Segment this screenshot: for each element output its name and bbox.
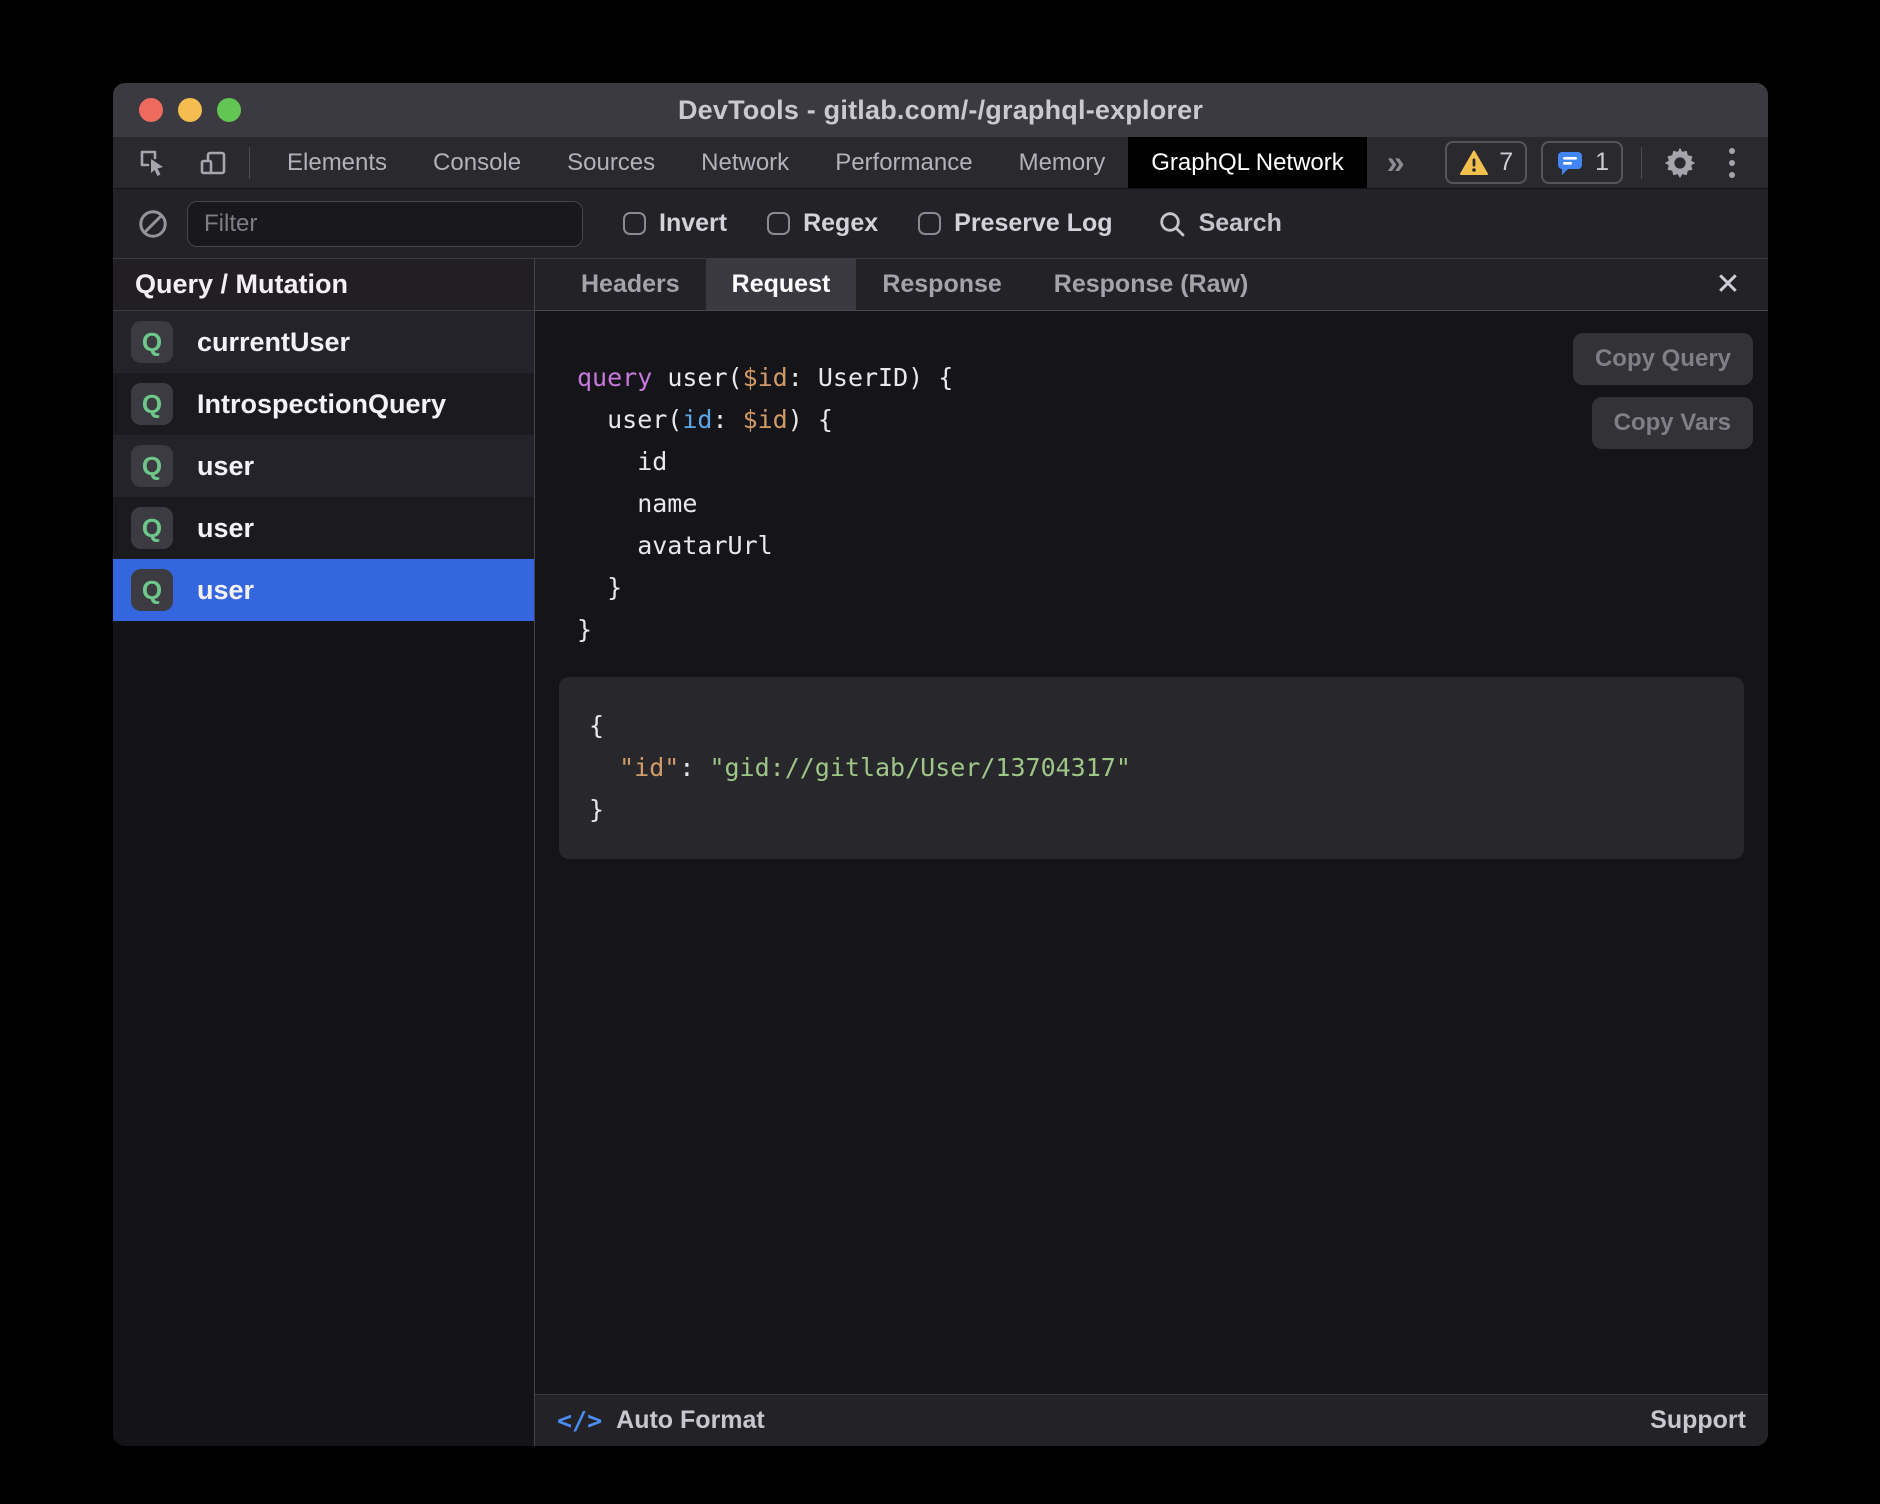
preserve-log-label: Preserve Log: [954, 209, 1112, 238]
message-icon: [1555, 149, 1585, 177]
toolbar-right-cluster: 7 1: [1445, 137, 1768, 188]
search-icon: [1157, 209, 1187, 239]
detail-tabs-strip: HeadersRequestResponseResponse (Raw): [555, 259, 1274, 310]
devtools-toolbar: ElementsConsoleSourcesNetworkPerformance…: [113, 137, 1768, 189]
warning-count: 7: [1499, 148, 1513, 177]
checkbox-group-preserve-log[interactable]: Preserve Log: [918, 209, 1112, 238]
query-list-item[interactable]: Quser: [113, 435, 534, 497]
copy-query-button[interactable]: Copy Query: [1573, 333, 1753, 385]
screen: DevTools - gitlab.com/-/graphql-explorer: [0, 0, 1880, 1504]
message-count: 1: [1595, 148, 1609, 177]
main-area: Query / Mutation QcurrentUserQIntrospect…: [113, 259, 1768, 1446]
toggle-device-toolbar-icon[interactable]: [193, 143, 233, 183]
code-line: name: [577, 483, 1768, 525]
toolbar-separator: [1641, 147, 1642, 179]
search-label: Search: [1199, 209, 1282, 238]
traffic-lights: [139, 83, 241, 137]
checkbox-group-regex[interactable]: Regex: [767, 209, 878, 238]
query-type-badge: Q: [131, 321, 173, 363]
query-list-header: Query / Mutation: [113, 259, 534, 311]
window-title: DevTools - gitlab.com/-/graphql-explorer: [678, 95, 1203, 126]
tab-sources[interactable]: Sources: [544, 137, 678, 188]
tab-headers[interactable]: Headers: [555, 259, 706, 310]
regex-label: Regex: [803, 209, 878, 238]
more-options-icon[interactable]: [1714, 143, 1750, 183]
code-line: "id": "gid://gitlab/User/13704317": [589, 747, 1714, 789]
request-detail-panel: HeadersRequestResponseResponse (Raw) ✕ q…: [535, 259, 1768, 1446]
code-line: }: [577, 567, 1768, 609]
query-list-item-label: currentUser: [197, 327, 350, 358]
checkbox-group-invert[interactable]: Invert: [623, 209, 727, 238]
query-list: QcurrentUserQIntrospectionQueryQuserQuse…: [113, 311, 534, 621]
title-bar: DevTools - gitlab.com/-/graphql-explorer: [113, 83, 1768, 137]
devtools-window: DevTools - gitlab.com/-/graphql-explorer: [113, 83, 1768, 1446]
zoom-window-button[interactable]: [217, 98, 241, 122]
tab-request[interactable]: Request: [706, 259, 857, 310]
query-type-badge: Q: [131, 507, 173, 549]
tab-graphql-network[interactable]: GraphQL Network: [1128, 137, 1367, 188]
regex-checkbox[interactable]: [767, 212, 790, 235]
code-brackets-icon: </>: [557, 1406, 602, 1435]
support-link[interactable]: Support: [1650, 1406, 1746, 1435]
code-line: avatarUrl: [577, 525, 1768, 567]
close-detail-icon[interactable]: ✕: [1706, 263, 1750, 307]
more-tabs-button[interactable]: »: [1367, 137, 1425, 188]
query-list-item-label: user: [197, 451, 254, 482]
query-list-item-label: IntrospectionQuery: [197, 389, 446, 420]
warnings-badge[interactable]: 7: [1445, 141, 1527, 184]
code-line: }: [589, 789, 1714, 831]
inspect-element-icon[interactable]: [133, 143, 173, 183]
filter-checkboxes: Invert Regex Preserve Log: [583, 209, 1113, 238]
preserve-log-checkbox[interactable]: [918, 212, 941, 235]
query-type-badge: Q: [131, 569, 173, 611]
query-list-item-label: user: [197, 575, 254, 606]
issues-badge[interactable]: 1: [1541, 141, 1623, 184]
query-type-badge: Q: [131, 383, 173, 425]
minimize-window-button[interactable]: [178, 98, 202, 122]
toolbar-separator: [249, 147, 250, 179]
query-list-item[interactable]: Q IntrospectionQuery: [113, 373, 534, 435]
copy-buttons: Copy Query Copy Vars: [1573, 333, 1753, 449]
invert-checkbox[interactable]: [623, 212, 646, 235]
query-list-item[interactable]: QcurrentUser: [113, 311, 534, 373]
query-list-panel: Query / Mutation QcurrentUserQIntrospect…: [113, 259, 534, 1446]
tab-performance[interactable]: Performance: [812, 137, 995, 188]
tab-memory[interactable]: Memory: [996, 137, 1129, 188]
query-type-badge: Q: [131, 445, 173, 487]
search-control[interactable]: Search: [1157, 209, 1282, 239]
devtools-tabs: ElementsConsoleSourcesNetworkPerformance…: [264, 137, 1367, 188]
code-line: }: [577, 609, 1768, 651]
code-line: {: [589, 705, 1714, 747]
request-content: query user($id: UserID) { user(id: $id) …: [535, 311, 1768, 1394]
tab-elements[interactable]: Elements: [264, 137, 410, 188]
query-list-item[interactable]: Quser: [113, 497, 534, 559]
detail-tabs: HeadersRequestResponseResponse (Raw) ✕: [535, 259, 1768, 311]
tab-console[interactable]: Console: [410, 137, 544, 188]
block-requests-icon[interactable]: [137, 208, 169, 240]
copy-vars-button[interactable]: Copy Vars: [1592, 397, 1753, 449]
filter-input[interactable]: [187, 201, 583, 247]
toolbar-left-icons: [113, 137, 233, 188]
tab-response-raw[interactable]: Response (Raw): [1028, 259, 1274, 310]
query-list-item[interactable]: Quser: [113, 559, 534, 621]
filter-bar: Invert Regex Preserve Log Search: [113, 189, 1768, 259]
invert-label: Invert: [659, 209, 727, 238]
auto-format-button[interactable]: Auto Format: [616, 1406, 765, 1435]
query-list-item-label: user: [197, 513, 254, 544]
query-variables-box: { "id": "gid://gitlab/User/13704317"}: [559, 677, 1744, 859]
settings-gear-icon[interactable]: [1660, 143, 1700, 183]
warning-icon: [1459, 149, 1489, 177]
tab-response[interactable]: Response: [856, 259, 1027, 310]
tab-network[interactable]: Network: [678, 137, 812, 188]
panel-footer: </> Auto Format Support: [535, 1394, 1768, 1446]
close-window-button[interactable]: [139, 98, 163, 122]
